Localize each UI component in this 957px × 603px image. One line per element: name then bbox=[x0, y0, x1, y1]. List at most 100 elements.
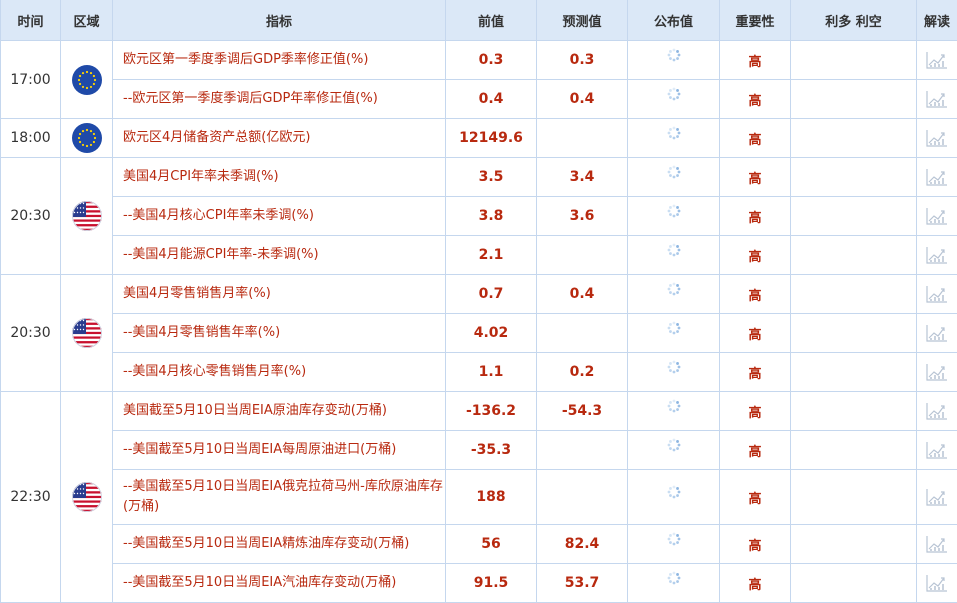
previous-value: 91.5 bbox=[446, 564, 537, 603]
loading-spinner-icon bbox=[666, 203, 682, 219]
importance-cell: 高 bbox=[720, 392, 791, 431]
importance-cell: 高 bbox=[720, 80, 791, 119]
analysis-cell[interactable] bbox=[917, 314, 957, 353]
actual-cell bbox=[628, 525, 720, 564]
actual-cell bbox=[628, 392, 720, 431]
table-row: 20:30美国4月CPI年率未季调(%)3.53.4高 bbox=[1, 158, 957, 197]
analysis-chart-icon[interactable] bbox=[926, 402, 948, 420]
economic-calendar-table: 时间 区域 指标 前值 预测值 公布值 重要性 利多 利空 解读 17:00欧元… bbox=[0, 0, 957, 603]
previous-value: -136.2 bbox=[446, 392, 537, 431]
importance-cell: 高 bbox=[720, 564, 791, 603]
header-forecast: 预测值 bbox=[537, 0, 628, 41]
analysis-chart-icon[interactable] bbox=[926, 246, 948, 264]
importance-cell: 高 bbox=[720, 41, 791, 80]
header-analysis: 解读 bbox=[917, 0, 957, 41]
analysis-cell[interactable] bbox=[917, 564, 957, 603]
indicator-cell: --美国截至5月10日当周EIA汽油库存变动(万桶) bbox=[113, 564, 446, 603]
loading-spinner-icon bbox=[666, 47, 682, 63]
importance-cell: 高 bbox=[720, 525, 791, 564]
header-previous: 前值 bbox=[446, 0, 537, 41]
analysis-cell[interactable] bbox=[917, 119, 957, 158]
loading-spinner-icon bbox=[666, 242, 682, 258]
forecast-value: 0.4 bbox=[537, 275, 628, 314]
time-cell: 17:00 bbox=[1, 41, 61, 119]
actual-cell bbox=[628, 470, 720, 525]
analysis-chart-icon[interactable] bbox=[926, 363, 948, 381]
region-cell bbox=[61, 41, 113, 119]
header-indicator: 指标 bbox=[113, 0, 446, 41]
indicator-cell: --美国4月零售销售年率(%) bbox=[113, 314, 446, 353]
table-row: --美国截至5月10日当周EIA汽油库存变动(万桶)91.553.7高 bbox=[1, 564, 957, 603]
analysis-chart-icon[interactable] bbox=[926, 324, 948, 342]
region-cell bbox=[61, 119, 113, 158]
analysis-chart-icon[interactable] bbox=[926, 574, 948, 592]
previous-value: 0.7 bbox=[446, 275, 537, 314]
analysis-cell[interactable] bbox=[917, 236, 957, 275]
loading-spinner-icon bbox=[666, 86, 682, 102]
effect-cell bbox=[791, 197, 917, 236]
table-row: --美国4月能源CPI年率-未季调(%)2.1高 bbox=[1, 236, 957, 275]
effect-cell bbox=[791, 41, 917, 80]
analysis-chart-icon[interactable] bbox=[926, 535, 948, 553]
actual-cell bbox=[628, 80, 720, 119]
analysis-cell[interactable] bbox=[917, 392, 957, 431]
previous-value: 1.1 bbox=[446, 353, 537, 392]
importance-cell: 高 bbox=[720, 197, 791, 236]
analysis-cell[interactable] bbox=[917, 158, 957, 197]
actual-cell bbox=[628, 236, 720, 275]
time-cell: 22:30 bbox=[1, 392, 61, 603]
analysis-chart-icon[interactable] bbox=[926, 285, 948, 303]
analysis-chart-icon[interactable] bbox=[926, 441, 948, 459]
previous-value: 56 bbox=[446, 525, 537, 564]
forecast-value: 0.2 bbox=[537, 353, 628, 392]
effect-cell bbox=[791, 353, 917, 392]
analysis-cell[interactable] bbox=[917, 470, 957, 525]
previous-value: 12149.6 bbox=[446, 119, 537, 158]
effect-cell bbox=[791, 431, 917, 470]
loading-spinner-icon bbox=[666, 484, 682, 500]
effect-cell bbox=[791, 564, 917, 603]
forecast-value bbox=[537, 314, 628, 353]
analysis-cell[interactable] bbox=[917, 525, 957, 564]
analysis-cell[interactable] bbox=[917, 353, 957, 392]
loading-spinner-icon bbox=[666, 398, 682, 414]
indicator-cell: 美国4月零售销售月率(%) bbox=[113, 275, 446, 314]
table-row: --美国4月核心零售销售月率(%)1.10.2高 bbox=[1, 353, 957, 392]
effect-cell bbox=[791, 525, 917, 564]
analysis-cell[interactable] bbox=[917, 41, 957, 80]
analysis-cell[interactable] bbox=[917, 197, 957, 236]
loading-spinner-icon bbox=[666, 164, 682, 180]
effect-cell bbox=[791, 236, 917, 275]
indicator-cell: 美国截至5月10日当周EIA原油库存变动(万桶) bbox=[113, 392, 446, 431]
indicator-cell: --美国截至5月10日当周EIA每周原油进口(万桶) bbox=[113, 431, 446, 470]
analysis-chart-icon[interactable] bbox=[926, 129, 948, 147]
effect-cell bbox=[791, 158, 917, 197]
table-row: --美国截至5月10日当周EIA每周原油进口(万桶)-35.3高 bbox=[1, 431, 957, 470]
forecast-value: 3.6 bbox=[537, 197, 628, 236]
analysis-chart-icon[interactable] bbox=[926, 207, 948, 225]
actual-cell bbox=[628, 353, 720, 392]
loading-spinner-icon bbox=[666, 531, 682, 547]
importance-cell: 高 bbox=[720, 236, 791, 275]
loading-spinner-icon bbox=[666, 125, 682, 141]
analysis-chart-icon[interactable] bbox=[926, 168, 948, 186]
analysis-chart-icon[interactable] bbox=[926, 51, 948, 69]
analysis-chart-icon[interactable] bbox=[926, 488, 948, 506]
indicator-cell: 美国4月CPI年率未季调(%) bbox=[113, 158, 446, 197]
analysis-cell[interactable] bbox=[917, 431, 957, 470]
header-effect: 利多 利空 bbox=[791, 0, 917, 41]
time-cell: 18:00 bbox=[1, 119, 61, 158]
us-flag bbox=[72, 482, 102, 512]
importance-cell: 高 bbox=[720, 158, 791, 197]
analysis-cell[interactable] bbox=[917, 275, 957, 314]
table-row: 18:00欧元区4月储备资产总额(亿欧元)12149.6高 bbox=[1, 119, 957, 158]
previous-value: 3.8 bbox=[446, 197, 537, 236]
analysis-cell[interactable] bbox=[917, 80, 957, 119]
eu-flag bbox=[72, 65, 102, 95]
table-row: --美国4月零售销售年率(%)4.02高 bbox=[1, 314, 957, 353]
eu-flag bbox=[72, 123, 102, 153]
previous-value: 0.4 bbox=[446, 80, 537, 119]
importance-cell: 高 bbox=[720, 275, 791, 314]
header-actual: 公布值 bbox=[628, 0, 720, 41]
analysis-chart-icon[interactable] bbox=[926, 90, 948, 108]
